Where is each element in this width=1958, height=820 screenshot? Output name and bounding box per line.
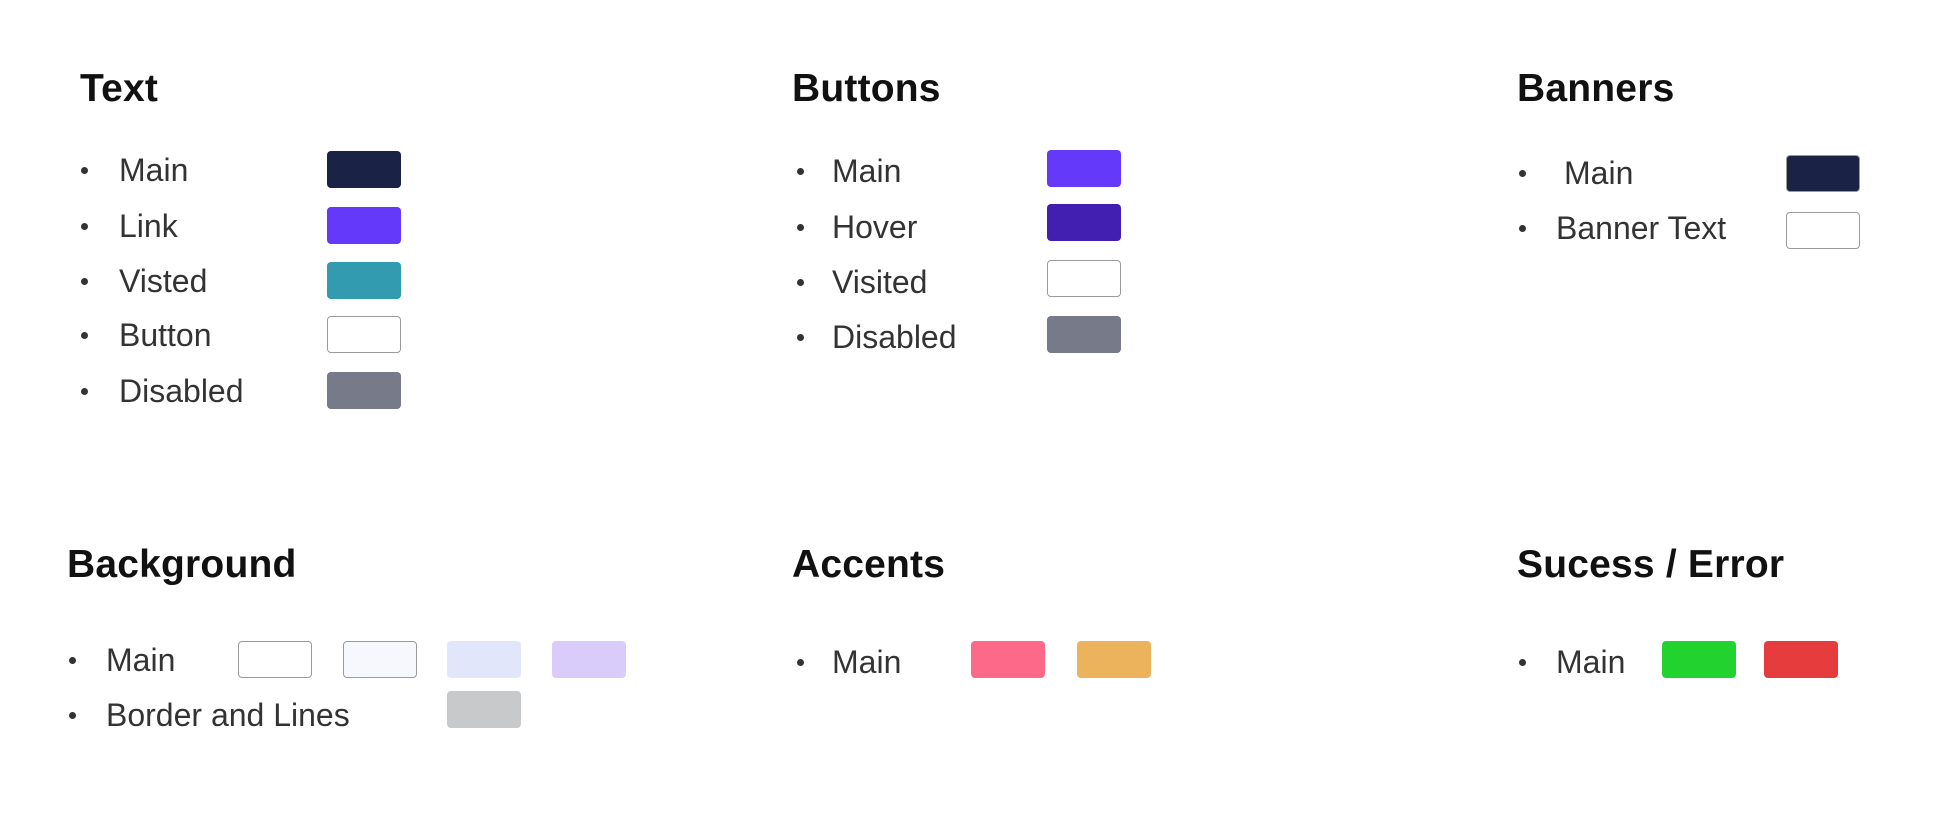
bullet-icon [69, 657, 76, 664]
color-label: Main [832, 153, 902, 189]
color-label: Main [1564, 155, 1634, 191]
bullet-icon [797, 659, 804, 666]
color-label: Banner Text [1556, 210, 1727, 246]
color-swatch [1047, 204, 1121, 241]
color-label: Button [119, 317, 212, 353]
color-swatch [327, 151, 401, 188]
color-swatch [447, 691, 521, 728]
bullet-icon [1519, 170, 1526, 177]
color-swatch [971, 641, 1045, 678]
color-swatch [1047, 316, 1121, 353]
color-swatch [327, 207, 401, 244]
color-label: Hover [832, 209, 918, 245]
buttons-heading: Buttons [792, 67, 941, 110]
text-heading: Text [80, 67, 159, 110]
color-swatch [327, 372, 401, 409]
bullet-icon [797, 279, 804, 286]
banners-heading: Banners [1517, 67, 1675, 110]
color-label: Link [119, 208, 178, 244]
color-swatch [1077, 641, 1151, 678]
color-swatch [327, 262, 401, 299]
color-swatch [1047, 150, 1121, 187]
bullet-icon [81, 332, 88, 339]
background-heading: Background [67, 543, 297, 586]
color-label: Visited [832, 264, 928, 300]
color-swatch [327, 316, 401, 353]
color-label: Border and Lines [106, 697, 350, 733]
bullet-icon [81, 388, 88, 395]
error-color-swatch [1764, 641, 1838, 678]
color-swatch [1047, 260, 1121, 297]
color-swatch [343, 641, 417, 678]
success-error-heading: Sucess / Error [1517, 543, 1785, 586]
color-label: Visted [119, 263, 208, 299]
bullet-icon [1519, 225, 1526, 232]
bullet-icon [797, 168, 804, 175]
color-label: Main [119, 152, 189, 188]
color-label: Main [832, 644, 902, 680]
bullet-icon [797, 334, 804, 341]
color-swatch [1786, 155, 1860, 192]
bullet-icon [797, 224, 804, 231]
color-label: Main [106, 642, 176, 678]
accents-heading: Accents [792, 543, 946, 586]
bullet-icon [81, 278, 88, 285]
color-label: Disabled [119, 373, 244, 409]
color-label: Disabled [832, 319, 957, 355]
color-swatch [552, 641, 626, 678]
success-color-swatch [1662, 641, 1736, 678]
color-swatch [238, 641, 312, 678]
bullet-icon [81, 223, 88, 230]
bullet-icon [1519, 659, 1526, 666]
bullet-icon [69, 712, 76, 719]
bullet-icon [81, 167, 88, 174]
color-swatch [1786, 212, 1860, 249]
color-label: Main [1556, 644, 1626, 680]
color-swatch [447, 641, 521, 678]
